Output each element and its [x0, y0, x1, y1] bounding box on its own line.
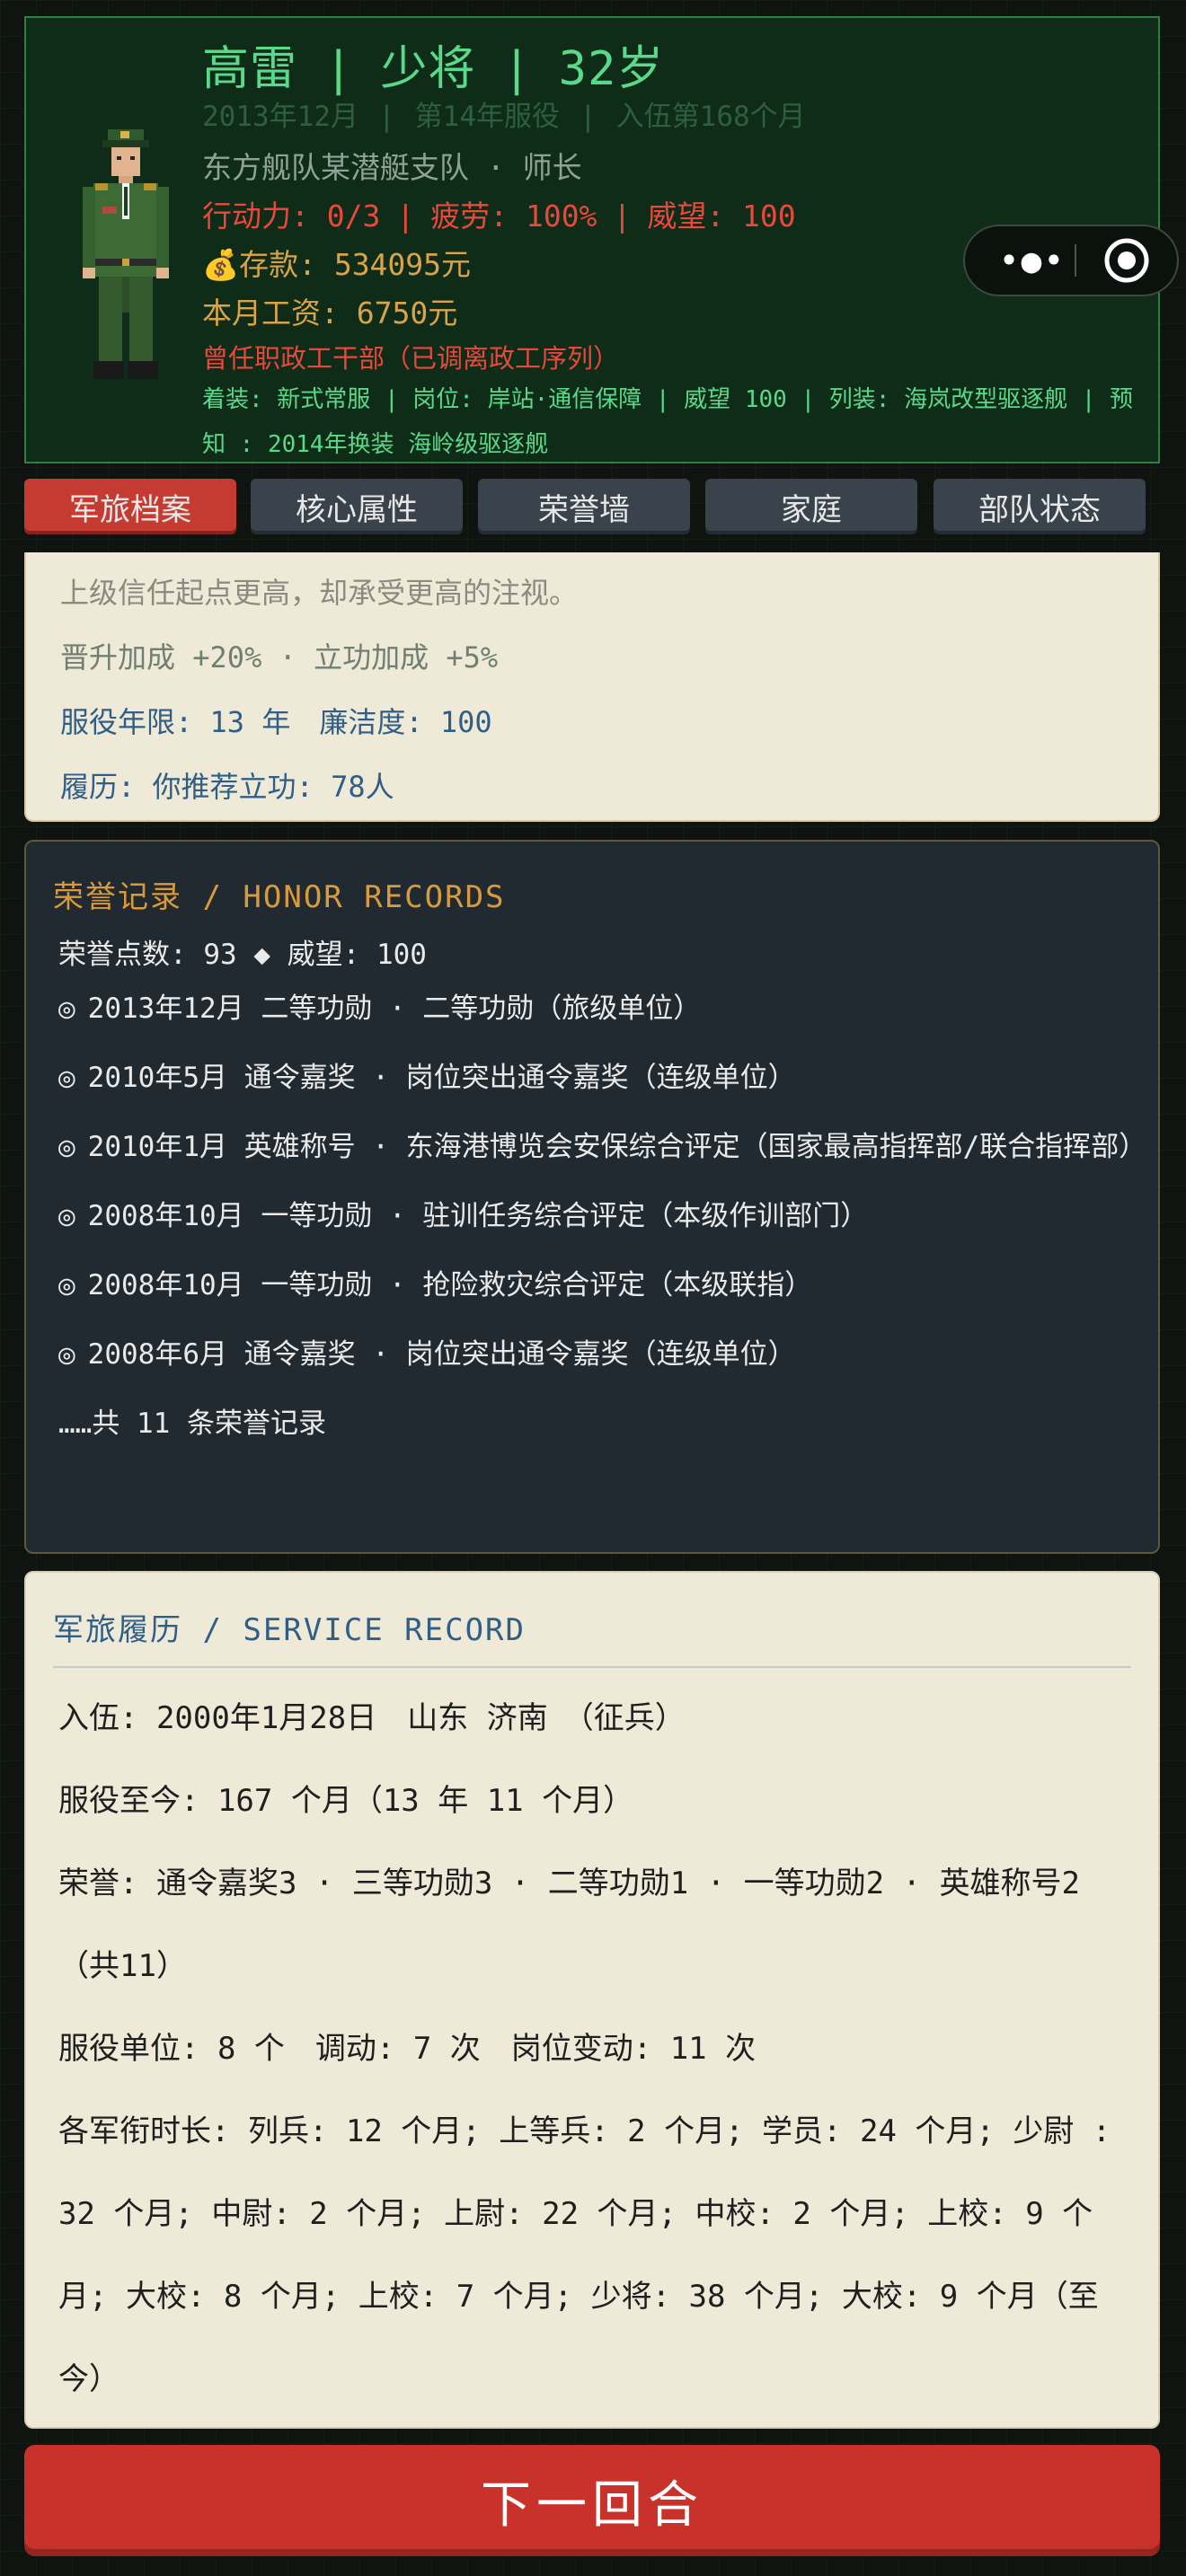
honor-more-count: ……共 11 条荣誉记录	[58, 1407, 326, 1440]
honor-title: 荣誉记录 / HONOR RECORDS	[53, 879, 506, 915]
player-age: 32岁	[558, 42, 665, 96]
service-year: 第14年服役	[414, 101, 560, 133]
background-card: 上级信任起点更高，却承受更高的注视。 晋升加成 +20% · 立功加成 +5% …	[24, 552, 1160, 822]
honor-item-text: 2010年1月 英雄称号 · 东海港博览会安保综合评定（国家最高指挥部/联合指挥…	[87, 1131, 1147, 1163]
service-divider	[53, 1666, 1131, 1668]
tab-family[interactable]: 家庭	[705, 479, 917, 534]
unit-position: 东方舰队某潜艇支队 · 师长	[202, 150, 582, 185]
enlist-months: 入伍第168个月	[615, 101, 806, 133]
capsule-divider	[1075, 244, 1076, 277]
medal-bullet-icon: ◎	[58, 1131, 75, 1163]
service-body: 入伍: 2000年1月28日 山东 济南 （征兵） 服役至今: 167 个月（1…	[58, 1677, 1137, 2421]
honor-summary: 荣誉点数: 93 ◆ 威望: 100	[58, 939, 427, 971]
resume-text: 履历: 你推荐立功: 78人	[60, 770, 394, 804]
savings: 💰存款: 534095元	[202, 247, 472, 282]
honor-item: ◎ 2010年5月 通令嘉奖 · 岗位突出通令嘉奖（连级单位）	[58, 1044, 1137, 1113]
fatigue: 疲劳: 100%	[430, 198, 597, 234]
tab-unit-status[interactable]: 部队状态	[934, 479, 1146, 534]
medal-bullet-icon: ◎	[58, 1269, 75, 1301]
honor-item-text: 2008年10月 一等功勋 · 抢险救灾综合评定（本级联指）	[87, 1269, 813, 1301]
mini-program-capsule: •●•	[963, 225, 1179, 296]
honor-item-text: 2008年6月 通令嘉奖 · 岗位突出通令嘉奖（连级单位）	[87, 1338, 796, 1371]
medal-bullet-icon: ◎	[58, 1338, 75, 1371]
honor-item: ◎ 2008年10月 一等功勋 · 驻训任务综合评定（本级作训部门）	[58, 1182, 1137, 1251]
prestige: 威望: 100	[647, 198, 796, 234]
more-dots-icon[interactable]: •●•	[992, 226, 1073, 295]
stats-line: 行动力: 0/3 | 疲劳: 100% | 威望: 100	[202, 198, 796, 234]
years-integrity-text: 服役年限: 13 年 廉洁度: 100	[60, 705, 492, 739]
service-title: 军旅履历 / SERVICE RECORD	[53, 1612, 526, 1648]
bonus-text: 晋升加成 +20% · 立功加成 +5%	[60, 640, 499, 675]
monthly-salary: 本月工资: 6750元	[202, 296, 458, 331]
action-points: 行动力: 0/3	[202, 198, 381, 234]
outfit-equipment-line: 着装: 新式常服 | 岗位: 岸站·通信保障 | 威望 100 | 列装: 海岚…	[202, 386, 1134, 458]
medal-bullet-icon: ◎	[58, 1200, 75, 1232]
medal-bullet-icon: ◎	[58, 1062, 75, 1094]
trust-text: 上级信任起点更高，却承受更高的注视。	[60, 576, 579, 610]
honor-item-text: 2008年10月 一等功勋 · 驻训任务综合评定（本级作训部门）	[87, 1200, 869, 1232]
honor-item-text: 2013年12月 二等功勋 · 二等功勋（旅级单位）	[87, 992, 702, 1025]
honor-item-text: 2010年5月 通令嘉奖 · 岗位突出通令嘉奖（连级单位）	[87, 1062, 796, 1094]
soldier-avatar	[83, 129, 169, 379]
player-name: 高雷	[202, 42, 298, 96]
rank-durations: 各军衔时长: 列兵: 12 个月; 上等兵: 2 个月; 学员: 24 个月; …	[58, 2113, 1111, 2397]
honor-item: ◎ 2008年10月 一等功勋 · 抢险救灾综合评定（本级联指）	[58, 1251, 1137, 1320]
honor-item: ◎ 2013年12月 二等功勋 · 二等功勋（旅级单位）	[58, 975, 1137, 1044]
tab-military-file[interactable]: 军旅档案	[24, 479, 236, 534]
name-rank-age: 高雷 | 少将 | 32岁	[202, 42, 665, 96]
service-duration: 服役至今: 167 个月（13 年 11 个月）	[58, 1783, 634, 1819]
honor-list: ◎ 2013年12月 二等功勋 · 二等功勋（旅级单位） ◎ 2010年5月 通令嘉…	[58, 975, 1146, 1459]
service-record-card: 军旅履历 / SERVICE RECORD 入伍: 2000年1月28日 山东 …	[24, 1571, 1160, 2429]
tab-honor-wall[interactable]: 荣誉墙	[478, 479, 690, 534]
tab-core-attributes[interactable]: 核心属性	[251, 479, 463, 534]
former-post-note: 曾任职政工干部（已调离政工序列）	[202, 343, 620, 374]
next-round-button[interactable]: 下一回合	[24, 2445, 1160, 2556]
profile-header: 高雷 | 少将 | 32岁 2013年12月 | 第14年服役 | 入伍第168个月 东方舰队某…	[24, 16, 1179, 463]
player-rank: 少将	[380, 42, 476, 96]
date-line: 2013年12月 | 第14年服役 | 入伍第168个月	[202, 101, 806, 133]
tab-bar: 军旅档案 核心属性 荣誉墙 家庭 部队状态	[24, 479, 1160, 536]
current-date: 2013年12月	[202, 101, 358, 133]
honor-item: ◎ 2008年6月 通令嘉奖 · 岗位突出通令嘉奖（连级单位）	[58, 1320, 1137, 1389]
honor-records-card: 荣誉记录 / HONOR RECORDS 荣誉点数: 93 ◆ 威望: 100 …	[24, 840, 1160, 1554]
honor-summary-line: 荣誉: 通令嘉奖3 · 三等功勋3 · 二等功勋1 · 一等功勋2 · 英雄称号…	[58, 1866, 1080, 1984]
enlist-info: 入伍: 2000年1月28日 山东 济南 （征兵）	[58, 1700, 686, 1736]
medal-bullet-icon: ◎	[58, 992, 75, 1025]
target-circle-icon[interactable]	[1102, 235, 1152, 286]
units-transfers: 服役单位: 8 个 调动: 7 次 岗位变动: 11 次	[58, 2031, 757, 2067]
honor-item: ◎ 2010年1月 英雄称号 · 东海港博览会安保综合评定（国家最高指挥部/联合指…	[58, 1113, 1146, 1182]
